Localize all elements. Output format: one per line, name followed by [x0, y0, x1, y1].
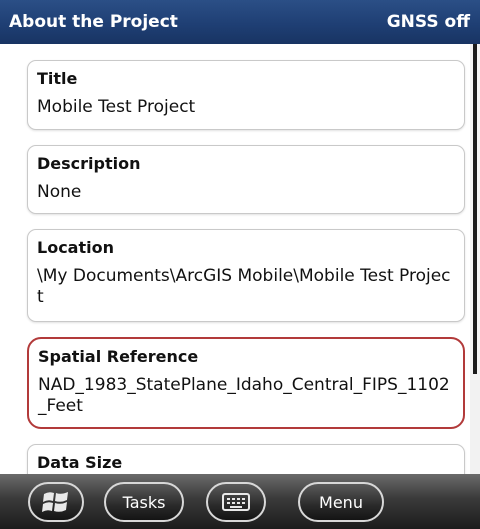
title-value: Mobile Test Project — [37, 97, 196, 117]
spatial-reference-label: Spatial Reference — [38, 347, 199, 366]
menu-label: Menu — [319, 492, 363, 512]
spatial-reference-value: NAD_1983_StatePlane_Idaho_Central_FIPS_1… — [38, 375, 450, 416]
title-card: Title Mobile Test Project — [27, 60, 465, 130]
taskbar: Tasks Menu — [0, 474, 480, 529]
location-label: Location — [37, 238, 114, 257]
scrollbar-thumb[interactable] — [473, 44, 477, 374]
keyboard-icon — [222, 492, 250, 512]
tasks-label: Tasks — [122, 492, 166, 512]
menu-button[interactable]: Menu — [298, 482, 384, 522]
start-button[interactable] — [28, 482, 84, 522]
description-card: Description None — [27, 145, 465, 214]
title-bar: About the Project GNSS off — [0, 0, 480, 44]
windows-logo-icon — [42, 489, 70, 515]
description-label: Description — [37, 154, 141, 173]
description-value: None — [37, 182, 82, 202]
project-info-list[interactable]: Title Mobile Test Project Description No… — [0, 44, 480, 474]
data-size-label: Data Size — [37, 453, 123, 472]
location-card: Location \My Documents\ArcGIS Mobile\Mob… — [27, 229, 465, 322]
keyboard-button[interactable] — [206, 482, 266, 522]
gnss-status[interactable]: GNSS off — [387, 12, 470, 32]
title-label: Title — [37, 69, 78, 88]
tasks-button[interactable]: Tasks — [104, 482, 184, 522]
spatial-reference-card: Spatial Reference NAD_1983_StatePlane_Id… — [27, 337, 465, 429]
location-value: \My Documents\ArcGIS Mobile\Mobile Test … — [37, 266, 451, 307]
page-title: About the Project — [9, 12, 178, 32]
data-size-card: Data Size — [27, 444, 465, 474]
